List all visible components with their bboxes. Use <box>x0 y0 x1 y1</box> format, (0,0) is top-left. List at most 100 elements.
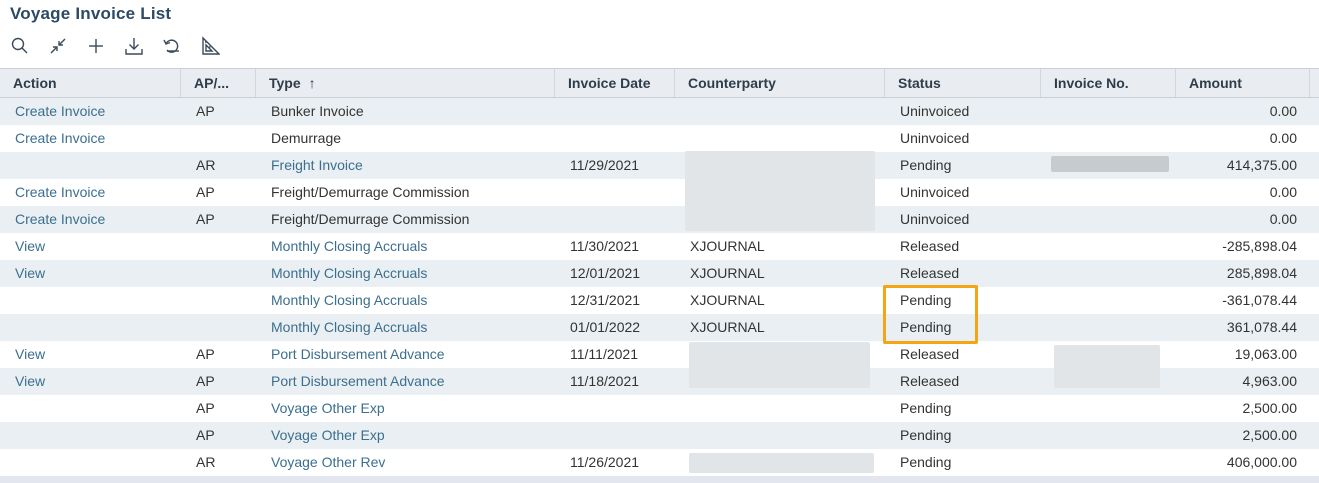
type-link[interactable]: Monthly Closing Accruals <box>256 314 555 341</box>
action-link[interactable]: View <box>0 260 181 287</box>
table-row[interactable]: Create Invoice AP Freight/Demurrage Commis… <box>0 206 1319 233</box>
invoice-no-cell <box>1041 233 1176 260</box>
type-cell: Freight/Demurrage Commission <box>271 184 470 200</box>
table-row[interactable]: AP Voyage Other Exp Pending 2,500.00 <box>0 395 1319 422</box>
counterparty-cell <box>675 125 885 152</box>
action-link[interactable]: View <box>0 341 181 368</box>
grid-footer <box>0 476 1319 483</box>
amount-cell: 0.00 <box>1269 103 1297 119</box>
type-cell: Freight/Demurrage Commission <box>271 211 470 227</box>
action-link[interactable]: View <box>0 368 181 395</box>
column-label: Invoice Date <box>568 75 651 91</box>
status-cell: Pending <box>900 454 952 470</box>
status-cell: Pending <box>900 427 952 443</box>
invoice-date-cell: 11/26/2021 <box>570 454 640 470</box>
set-square-button[interactable] <box>200 33 238 59</box>
table-row[interactable]: Monthly Closing Accruals 12/31/2021 XJOURN… <box>0 287 1319 314</box>
undo-button[interactable] <box>162 33 200 59</box>
amount-cell: 19,063.00 <box>1234 346 1297 362</box>
table-row[interactable]: View Monthly Closing Accruals 11/30/2021 XJ… <box>0 233 1319 260</box>
sort-ascending-icon[interactable]: ↑ <box>309 75 316 91</box>
column-label: Type <box>269 75 301 91</box>
status-cell: Uninvoiced <box>900 130 970 146</box>
amount-cell: 0.00 <box>1269 130 1297 146</box>
counterparty-cell: XJOURNAL <box>690 238 765 254</box>
type-link[interactable]: Monthly Closing Accruals <box>256 260 555 287</box>
status-highlight-box <box>883 285 978 344</box>
action-link[interactable]: View <box>0 233 181 260</box>
type-link[interactable]: Voyage Other Exp <box>256 395 555 422</box>
ap-ar-cell: AP <box>196 346 215 362</box>
invoice-date-cell: 01/01/2022 <box>570 319 641 335</box>
type-cell: Bunker Invoice <box>271 103 364 119</box>
table-row[interactable]: Create Invoice AP Bunker Invoice Uninvoiced… <box>0 98 1319 125</box>
redacted-counterparty <box>689 342 870 388</box>
column-label: Status <box>898 75 941 91</box>
table-row[interactable]: View Monthly Closing Accruals 12/01/2021 XJ… <box>0 260 1319 287</box>
invoice-date-cell <box>555 422 675 449</box>
table-row[interactable]: AP Voyage Other Exp Pending 2,500.00 <box>0 422 1319 449</box>
invoice-date-cell <box>555 179 675 206</box>
collapse-button[interactable] <box>48 33 86 59</box>
type-link[interactable]: Voyage Other Exp <box>256 422 555 449</box>
amount-cell: 285,898.04 <box>1226 265 1297 281</box>
amount-cell: 361,078.44 <box>1226 319 1297 335</box>
table-row[interactable]: AR Voyage Other Rev 11/26/2021 Pending 406,0… <box>0 449 1319 476</box>
status-cell: Pending <box>900 400 952 416</box>
ap-ar-cell <box>181 125 256 152</box>
counterparty-cell <box>675 395 885 422</box>
download-button[interactable] <box>124 33 162 59</box>
status-cell: Pending <box>900 157 952 173</box>
type-link[interactable]: Freight Invoice <box>256 152 555 179</box>
counterparty-cell: XJOURNAL <box>690 265 765 281</box>
invoice-date-cell: 11/11/2021 <box>570 346 638 362</box>
table-row[interactable]: Create Invoice AP Freight/Demurrage Commis… <box>0 179 1319 206</box>
action-cell <box>0 395 181 422</box>
search-button[interactable] <box>10 33 48 59</box>
invoice-no-cell <box>1041 422 1176 449</box>
redacted-invoice-no <box>1051 156 1169 172</box>
column-header-invoice-date[interactable]: Invoice Date <box>555 69 675 97</box>
column-header-invoice-no[interactable]: Invoice No. <box>1041 69 1176 97</box>
action-link[interactable]: Create Invoice <box>0 179 181 206</box>
counterparty-cell: XJOURNAL <box>690 319 765 335</box>
status-cell: Released <box>900 238 960 254</box>
type-link[interactable]: Port Disbursement Advance <box>256 341 555 368</box>
column-header-status[interactable]: Status <box>885 69 1041 97</box>
search-icon <box>11 37 28 54</box>
collapse-icon <box>50 38 66 54</box>
type-link[interactable]: Voyage Other Rev <box>256 449 555 476</box>
status-cell: Released <box>900 373 960 389</box>
add-button[interactable] <box>86 33 124 59</box>
action-cell <box>0 152 181 179</box>
invoice-no-cell <box>1041 395 1176 422</box>
table-row[interactable]: Monthly Closing Accruals 01/01/2022 XJOURN… <box>0 314 1319 341</box>
type-link[interactable]: Monthly Closing Accruals <box>256 233 555 260</box>
invoice-date-cell: 12/31/2021 <box>570 292 641 308</box>
action-link[interactable]: Create Invoice <box>0 125 181 152</box>
type-link[interactable]: Port Disbursement Advance <box>256 368 555 395</box>
invoice-no-cell <box>1041 314 1176 341</box>
type-cell: Demurrage <box>271 130 342 146</box>
action-link[interactable]: Create Invoice <box>0 206 181 233</box>
counterparty-cell: XJOURNAL <box>690 292 765 308</box>
column-header-type[interactable]: Type ↑ <box>256 69 555 97</box>
amount-cell: 0.00 <box>1269 211 1297 227</box>
column-header-ap-ar[interactable]: AP/... <box>181 69 256 97</box>
column-header-amount[interactable]: Amount <box>1176 69 1310 97</box>
amount-cell: 2,500.00 <box>1242 400 1298 416</box>
type-link[interactable]: Monthly Closing Accruals <box>256 287 555 314</box>
table-row[interactable]: Create Invoice Demurrage Uninvoiced 0.00 <box>0 125 1319 152</box>
counterparty-cell <box>675 422 885 449</box>
invoice-date-cell: 12/01/2021 <box>570 265 641 281</box>
column-header-counterparty[interactable]: Counterparty <box>675 69 885 97</box>
action-cell <box>0 314 181 341</box>
action-link[interactable]: Create Invoice <box>0 98 181 125</box>
ap-ar-cell: AP <box>196 211 215 227</box>
column-label: Invoice No. <box>1054 75 1129 91</box>
amount-cell: 414,375.00 <box>1226 157 1297 173</box>
column-header-action[interactable]: Action <box>0 69 181 97</box>
invoice-no-cell <box>1041 449 1176 476</box>
grid-header: Action AP/... Type ↑ Invoice Date Counter… <box>0 68 1319 98</box>
invoice-no-cell <box>1041 260 1176 287</box>
